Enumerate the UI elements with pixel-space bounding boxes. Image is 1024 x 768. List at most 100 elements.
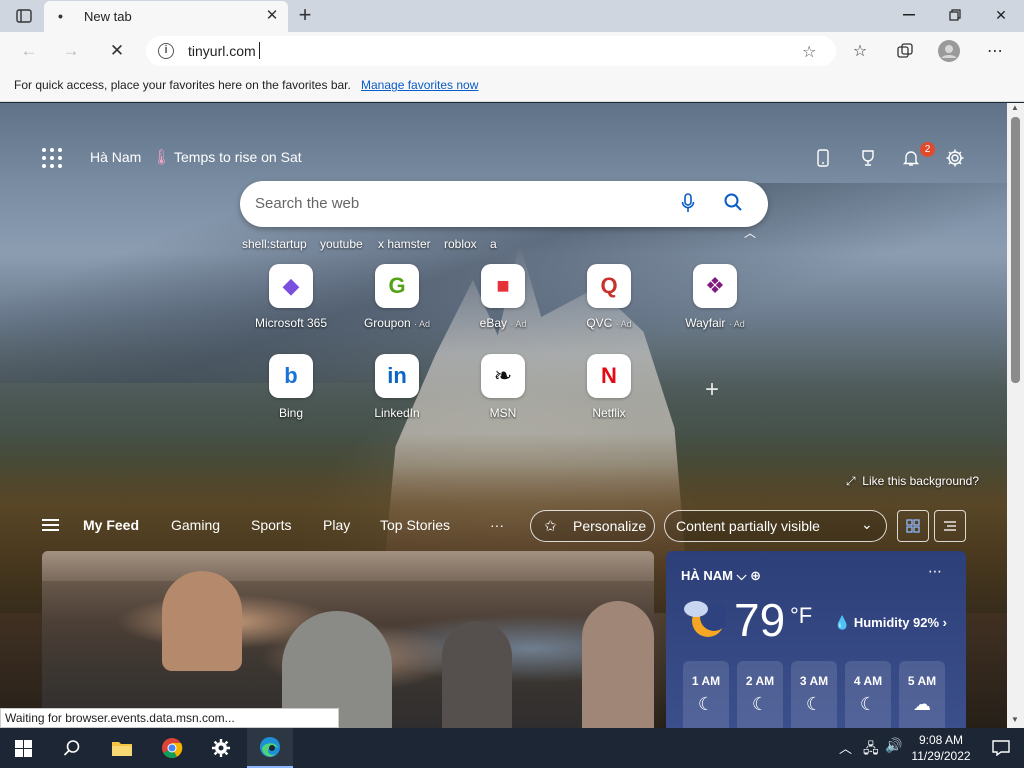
- microphone-icon[interactable]: [677, 193, 699, 215]
- feed-menu-icon[interactable]: [42, 519, 59, 531]
- file-explorer-icon[interactable]: [99, 728, 145, 768]
- scroll-up-arrow-icon[interactable]: ▲: [1011, 103, 1019, 112]
- cloudy-icon: ☁: [913, 694, 931, 714]
- back-button[interactable]: ←: [14, 37, 44, 65]
- quick-link-tile[interactable]: ❧ MSN: [458, 354, 548, 434]
- weather-alert-text[interactable]: Temps to rise on Sat: [174, 149, 302, 165]
- site-info-icon[interactable]: i: [158, 43, 174, 59]
- news-card-image[interactable]: [42, 551, 654, 728]
- address-bar[interactable]: i tinyurl.com ☆: [146, 36, 836, 66]
- feed-tab-gaming[interactable]: Gaming: [171, 517, 220, 533]
- quick-link-label: eBay · Ad: [458, 316, 548, 330]
- search-icon[interactable]: [721, 192, 745, 216]
- add-favorite-icon[interactable]: ☆: [802, 42, 816, 62]
- rewards-trophy-icon[interactable]: [856, 146, 880, 170]
- content-visibility-dropdown[interactable]: Content partially visible ⌄: [664, 510, 887, 542]
- quick-link-label: MSN: [458, 406, 548, 420]
- tab-favicon-icon: •: [58, 8, 63, 24]
- quick-link-tile[interactable]: in LinkedIn: [352, 354, 442, 434]
- start-button[interactable]: [0, 728, 46, 768]
- feed-tab-play[interactable]: Play: [323, 517, 350, 533]
- close-window-button[interactable]: ✕: [978, 0, 1024, 30]
- address-bar-url[interactable]: tinyurl.com: [188, 43, 256, 59]
- restore-button[interactable]: [932, 0, 978, 30]
- search-input[interactable]: Search the web: [255, 195, 359, 212]
- location-label[interactable]: Hà Nam: [90, 149, 141, 165]
- weather-more-icon[interactable]: ⋯: [928, 563, 942, 580]
- quick-link-tile[interactable]: Q QVC · Ad: [564, 264, 654, 344]
- favorites-bar-message: For quick access, place your favorites h…: [14, 78, 351, 92]
- page-scrollbar[interactable]: ▲ ▼: [1007, 103, 1024, 728]
- new-tab-button[interactable]: +: [292, 4, 318, 28]
- network-icon[interactable]: 🖧: [863, 738, 879, 762]
- quick-link-tile[interactable]: ◆ Microsoft 365: [246, 264, 336, 344]
- collections-icon[interactable]: [894, 40, 916, 62]
- grid-view-button[interactable]: [897, 510, 929, 542]
- news-card-ceiling: [42, 551, 654, 581]
- search-suggestion[interactable]: a: [490, 237, 497, 251]
- like-background-link[interactable]: ⤢ Like this background?: [846, 474, 979, 489]
- profile-avatar[interactable]: [938, 40, 960, 62]
- quick-link-tile[interactable]: ❖ Wayfair · Ad: [670, 264, 760, 344]
- tab-actions-icon[interactable]: [8, 5, 40, 27]
- tab-close-icon[interactable]: ✕: [262, 6, 282, 26]
- weather-location[interactable]: HÀ NAM ⌵ ⊕: [681, 568, 761, 584]
- forecast-hour: 1 AM: [691, 674, 721, 688]
- hourly-forecast-item[interactable]: 4 AM ☾: [845, 661, 891, 728]
- tab-new-tab[interactable]: • New tab ✕: [44, 1, 288, 32]
- feed-tab-my-feed[interactable]: My Feed: [83, 517, 139, 533]
- hourly-forecast-item[interactable]: 3 AM ☾: [791, 661, 837, 728]
- scroll-down-arrow-icon[interactable]: ▼: [1011, 715, 1019, 724]
- feed-more-icon[interactable]: ···: [490, 517, 504, 533]
- hourly-forecast-item[interactable]: 1 AM ☾: [683, 661, 729, 728]
- edge-browser-icon[interactable]: [247, 728, 293, 768]
- add-site-button[interactable]: +: [705, 378, 725, 402]
- mobile-phone-icon[interactable]: [811, 146, 835, 170]
- quick-link-icon: ❧: [481, 354, 525, 398]
- web-search-box[interactable]: Search the web: [240, 181, 768, 227]
- volume-icon[interactable]: 🔊: [885, 737, 902, 754]
- taskbar-clock[interactable]: 9:08 AM 11/29/2022: [906, 732, 976, 764]
- stop-loading-button[interactable]: ✕: [102, 37, 132, 65]
- hourly-forecast-item[interactable]: 2 AM ☾: [737, 661, 783, 728]
- manage-favorites-link[interactable]: Manage favorites now: [361, 78, 478, 92]
- quick-link-tile[interactable]: b Bing: [246, 354, 336, 434]
- loading-status-text: Waiting for browser.events.data.msn.com.…: [0, 708, 339, 728]
- hourly-forecast-item[interactable]: 5 AM ☁: [899, 661, 945, 728]
- app-launcher-icon[interactable]: [42, 148, 62, 168]
- quick-link-name: QVC: [586, 316, 613, 330]
- humidity-link[interactable]: 💧 Humidity 92% ›: [834, 615, 947, 631]
- weather-card[interactable]: HÀ NAM ⌵ ⊕ ⋯ 79 °F 💧 Humidity 92% › 1 AM…: [666, 551, 966, 728]
- search-suggestion[interactable]: x hamster: [378, 237, 431, 251]
- feed-tab-top-stories[interactable]: Top Stories: [380, 517, 450, 533]
- search-suggestion[interactable]: youtube: [320, 237, 363, 251]
- quick-link-name: MSN: [489, 406, 517, 420]
- scrollbar-thumb[interactable]: [1011, 117, 1020, 383]
- search-suggestion[interactable]: roblox: [444, 237, 477, 251]
- temperature-unit[interactable]: °F: [790, 603, 812, 629]
- show-hidden-icons-chevron-icon[interactable]: ︿: [839, 738, 852, 757]
- search-suggestion[interactable]: shell:startup: [242, 237, 307, 251]
- personalize-button[interactable]: ✩ Personalize: [530, 510, 655, 542]
- news-person-figure: [442, 621, 512, 728]
- quick-link-label: Netflix: [564, 406, 654, 420]
- settings-gear-icon[interactable]: [198, 728, 244, 768]
- minimize-button[interactable]: [886, 0, 932, 30]
- page-settings-gear-icon[interactable]: [943, 146, 967, 170]
- quick-link-tile[interactable]: ■ eBay · Ad: [458, 264, 548, 344]
- settings-more-icon[interactable]: ⋯: [984, 40, 1006, 62]
- quick-link-name: Netflix: [592, 406, 626, 420]
- quick-link-icon: ◆: [269, 264, 313, 308]
- taskbar-search-icon[interactable]: [49, 728, 95, 768]
- chrome-icon[interactable]: [149, 728, 195, 768]
- feed-tab-sports[interactable]: Sports: [251, 517, 291, 533]
- forward-button[interactable]: →: [56, 37, 86, 65]
- list-view-button[interactable]: [934, 510, 966, 542]
- notification-center-icon[interactable]: [978, 728, 1024, 768]
- favorites-icon[interactable]: ☆: [849, 40, 871, 62]
- quick-link-tile[interactable]: G Groupon · Ad: [352, 264, 442, 344]
- quick-link-icon: b: [269, 354, 313, 398]
- like-background-text[interactable]: Like this background?: [862, 474, 979, 488]
- collapse-chevron-icon[interactable]: ︿: [744, 224, 756, 241]
- quick-link-tile[interactable]: N Netflix: [564, 354, 654, 434]
